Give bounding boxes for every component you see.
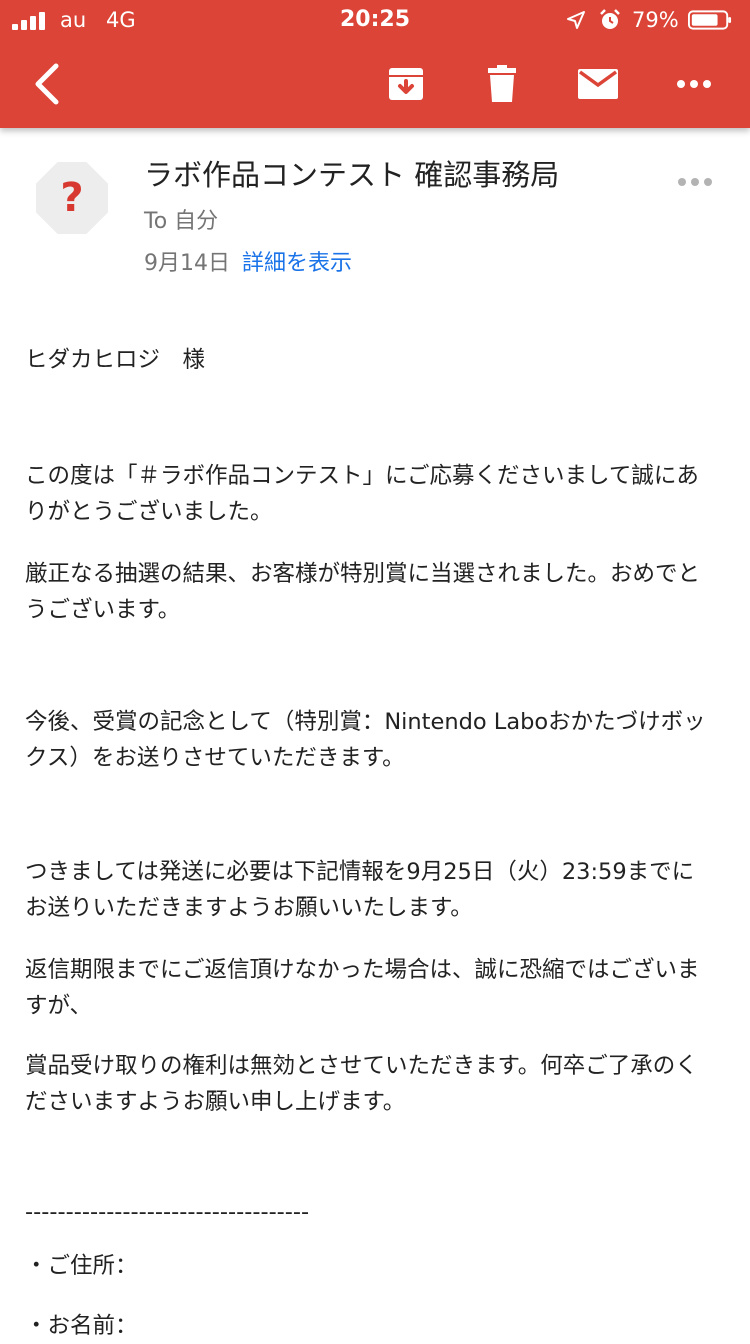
email-date: 9月14日 [144,251,230,276]
archive-icon [389,68,423,100]
body-line: 賞品受け取りの権利は無効とさせていただきます。何卒ご了承のく [25,1053,698,1079]
body-line: クス）をお送りさせていただきます。 [25,745,405,771]
sender-name: ラボ作品コンテスト 確認事務局 [144,158,560,192]
message-more-icon[interactable] [676,170,716,194]
more-icon [677,80,711,88]
trash-icon [488,65,516,102]
delete-button[interactable] [472,40,532,128]
divider-line: ----------------------------------- [25,1199,310,1225]
sender-avatar[interactable]: ? [36,162,108,234]
body-line: ださいますようお願い申し上げます。 [25,1089,406,1115]
body-line: ヒダカヒロジ 様 [25,347,206,373]
body-line: ・お名前： [25,1313,138,1339]
battery-percent: 79% [632,8,679,32]
alarm-icon [600,9,620,29]
body-line: 返信期限までにご返信頂けなかった場合は、誠に恐縮ではございま [25,957,700,983]
body-line: すが、 [25,993,93,1019]
body-line: お送りいただきますようお願いいたします。 [25,895,473,921]
recipient-label: To 自分 [144,209,219,234]
status-bar: au 4G 20:25 79% [0,0,750,40]
body-line: つきましては発送に必要は下記情報を9月25日（火）23:59までに [25,859,695,885]
mark-unread-button[interactable] [568,40,628,128]
location-icon [567,11,585,29]
back-button[interactable] [18,40,74,128]
back-arrow-icon [35,63,59,105]
battery-icon [688,10,732,30]
unknown-sender-icon: ? [60,175,84,221]
app-header: au 4G 20:25 79% [0,0,750,128]
show-details-link[interactable]: 詳細を表示 [242,245,352,277]
mail-icon [578,69,618,99]
more-options-button[interactable] [664,40,724,128]
body-line: りがとうございました。 [25,499,273,525]
archive-button[interactable] [376,40,436,128]
body-line: ・ご住所： [25,1253,138,1279]
body-line: うございます。 [25,597,181,623]
body-line: この度は「＃ラボ作品コンテスト」にご応募くださいまして誠にあ [25,463,699,489]
body-line: 厳正なる抽選の結果、お客様が特別賞に当選されました。おめでと [25,561,701,587]
action-bar [0,40,750,128]
body-line: 今後、受賞の記念として（特別賞：Nintendo Laboおかたづけボッ [25,709,706,735]
